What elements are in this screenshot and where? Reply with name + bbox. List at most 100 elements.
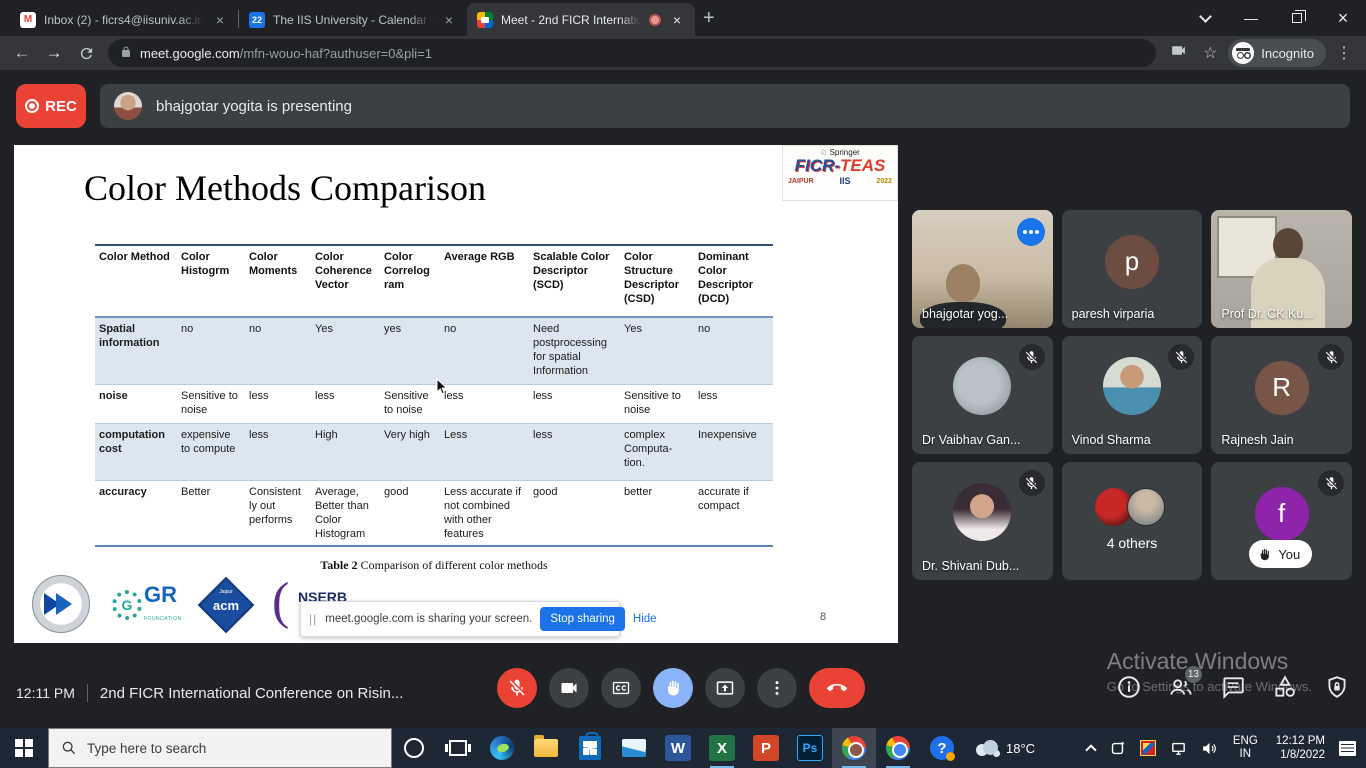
- participant-name: Rajnesh Jain: [1221, 433, 1293, 447]
- action-center-icon[interactable]: [1339, 741, 1356, 756]
- bookmark-star-icon[interactable]: ☆: [1196, 43, 1224, 63]
- mic-button[interactable]: [497, 668, 537, 708]
- camera-permission-icon[interactable]: [1164, 42, 1192, 64]
- start-button[interactable]: [0, 728, 48, 768]
- caption-text: Comparison of different color methods: [358, 558, 548, 572]
- taskbar-chrome-profile-icon[interactable]: [832, 728, 876, 768]
- network-icon[interactable]: [1163, 728, 1194, 768]
- taskbar-task-view-icon[interactable]: [436, 728, 480, 768]
- taskbar-mail-icon[interactable]: [612, 728, 656, 768]
- participant-tile-vinod-sharma[interactable]: Vinod Sharma: [1062, 336, 1203, 454]
- profile-chevron-icon[interactable]: [1182, 0, 1228, 36]
- participant-name: paresh virparia: [1072, 307, 1155, 321]
- more-options-button[interactable]: [757, 668, 797, 708]
- table-header-cell: Average RGB: [440, 246, 529, 316]
- browser-menu-icon[interactable]: ⋮: [1330, 43, 1358, 63]
- table-cell: Better: [177, 481, 245, 545]
- table-cell: Yes: [311, 318, 380, 384]
- participant-tile-prof-dr-ck-ku-[interactable]: Prof Dr. CK Ku...: [1211, 210, 1352, 328]
- table-cell: no: [245, 318, 311, 384]
- minimize-button[interactable]: —: [1228, 0, 1274, 36]
- participant-tile-bhajgotar-yog-[interactable]: bhajgotar yog...: [912, 210, 1053, 328]
- teas-label: TEAS: [840, 156, 885, 175]
- taskbar-excel-icon[interactable]: X: [700, 728, 744, 768]
- participant-tile-dr-shivani-dub-[interactable]: Dr. Shivani Dub...: [912, 462, 1053, 580]
- calendar-favicon: 22: [249, 12, 265, 28]
- language-indicator[interactable]: ENG IN: [1225, 735, 1266, 761]
- participant-tile-dr-vaibhav-gan-[interactable]: Dr Vaibhav Gan...: [912, 336, 1053, 454]
- browser-tab-1[interactable]: MInbox (2) - ficrs4@iisuniv.ac.in - T×: [10, 3, 238, 36]
- participant-tile-rajnesh-jain[interactable]: RRajnesh Jain: [1211, 336, 1352, 454]
- tab-title: Meet - 2nd FICR Internationa: [501, 13, 641, 27]
- table-cell: good: [380, 481, 440, 545]
- table-cell: Spatial information: [95, 318, 177, 384]
- people-icon[interactable]: 13: [1168, 674, 1194, 700]
- taskbar-apps: WXPPs?: [392, 728, 964, 768]
- tab-close-icon[interactable]: ×: [212, 12, 228, 28]
- table-row: accuracyBetterConsistent ly out performs…: [95, 480, 773, 547]
- reload-button[interactable]: [72, 39, 100, 67]
- tab-close-icon[interactable]: ×: [441, 12, 457, 28]
- taskbar-help-icon[interactable]: ?: [920, 728, 964, 768]
- meeting-details-icon[interactable]: [1116, 674, 1142, 700]
- meet-app: REC bhajgotar yogita is presenting ♘ Spr…: [0, 70, 1366, 728]
- present-button[interactable]: [705, 668, 745, 708]
- browser-tab-3[interactable]: Meet - 2nd FICR Internationa ×: [467, 3, 695, 36]
- recording-badge: REC: [16, 84, 86, 128]
- table-caption: Table 2 Comparison of different color me…: [95, 558, 773, 573]
- back-button[interactable]: ←: [8, 39, 36, 67]
- hide-button[interactable]: Hide: [633, 613, 657, 625]
- temperature-label: 18°C: [1006, 741, 1035, 756]
- forward-button[interactable]: →: [40, 39, 68, 67]
- weather-widget[interactable]: 18°C: [964, 728, 1045, 768]
- close-button[interactable]: ×: [1320, 0, 1366, 36]
- tray-red-app-icon[interactable]: [1133, 728, 1163, 768]
- table-cell: less: [245, 385, 311, 423]
- participant-tile-paresh-virparia[interactable]: pparesh virparia: [1062, 210, 1203, 328]
- activities-icon[interactable]: [1272, 674, 1298, 700]
- taskbar-word-icon[interactable]: W: [656, 728, 700, 768]
- end-call-button[interactable]: [809, 668, 865, 708]
- taskbar-edge-icon[interactable]: [480, 728, 524, 768]
- raise-hand-button[interactable]: [653, 668, 693, 708]
- new-tab-button[interactable]: +: [703, 7, 715, 30]
- captions-button[interactable]: [601, 668, 641, 708]
- taskbar-chrome-icon[interactable]: [876, 728, 920, 768]
- table-cell: Need postprocessing for spatial Informat…: [529, 318, 620, 384]
- camera-button[interactable]: [549, 668, 589, 708]
- volume-icon[interactable]: [1194, 728, 1225, 768]
- participant-name: Dr. Shivani Dub...: [922, 559, 1019, 573]
- lock-icon: [120, 46, 132, 61]
- taskbar-photoshop-icon[interactable]: Ps: [788, 728, 832, 768]
- table-cell: less: [311, 385, 380, 423]
- tab-close-icon[interactable]: ×: [669, 12, 685, 28]
- address-bar[interactable]: meet.google.com/mfn-wouo-haf?authuser=0&…: [108, 39, 1156, 67]
- participant-tile-4-others[interactable]: 4 others: [1062, 462, 1203, 580]
- tile-options-button[interactable]: [1017, 218, 1045, 246]
- browser-tab-2[interactable]: 22The IIS University - Calendar - We×: [239, 3, 467, 36]
- avatar: [953, 483, 1011, 541]
- gmail-favicon: M: [20, 12, 36, 28]
- mic-muted-icon: [1019, 470, 1045, 496]
- stop-sharing-button[interactable]: Stop sharing: [540, 607, 625, 631]
- tab-recording-indicator: [649, 14, 661, 26]
- participant-tile-you[interactable]: fYou: [1211, 462, 1352, 580]
- table-cell: Sensitive to noise: [620, 385, 694, 423]
- host-controls-icon[interactable]: [1324, 674, 1350, 700]
- table-cell: yes: [380, 318, 440, 384]
- table-row: noiseSensitive to noiselesslessSensitive…: [95, 384, 773, 423]
- tray-app-icon[interactable]: [1102, 728, 1133, 768]
- taskbar-search-input[interactable]: Type here to search: [48, 728, 392, 768]
- chat-icon[interactable]: [1220, 674, 1246, 700]
- search-placeholder: Type here to search: [87, 741, 206, 756]
- taskbar-clock[interactable]: 12:12 PM 1/8/2022: [1266, 734, 1335, 762]
- table-cell: High: [311, 424, 380, 480]
- taskbar-file-explorer-icon[interactable]: [524, 728, 568, 768]
- restore-button[interactable]: [1274, 0, 1320, 36]
- taskbar-store-icon[interactable]: [568, 728, 612, 768]
- drag-handle-icon[interactable]: ||: [309, 612, 317, 626]
- taskbar-powerpoint-icon[interactable]: P: [744, 728, 788, 768]
- hidden-icons-chevron[interactable]: [1080, 728, 1102, 768]
- taskbar-cortana-icon[interactable]: [392, 728, 436, 768]
- meeting-clock: 12:11 PM: [16, 685, 75, 701]
